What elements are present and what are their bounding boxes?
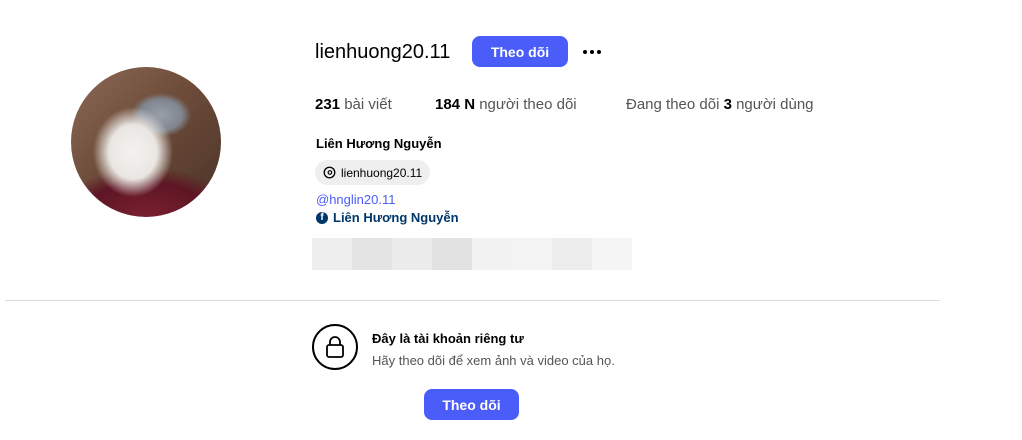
username: lienhuong20.11 xyxy=(315,41,451,63)
section-divider xyxy=(5,300,940,301)
posts-count-stat: 231 bài viết xyxy=(315,96,392,113)
posts-count: 231 xyxy=(315,96,341,113)
threads-handle: lienhuong20.11 xyxy=(341,165,423,180)
followers-stat[interactable]: 184 N người theo dõi xyxy=(435,96,577,113)
threads-icon xyxy=(323,166,336,179)
following-label: người dùng xyxy=(736,96,814,113)
more-options-icon[interactable] xyxy=(580,40,604,64)
blurred-content xyxy=(312,238,632,270)
following-count: 3 xyxy=(723,96,732,113)
avatar[interactable] xyxy=(71,67,221,217)
facebook-link[interactable]: f Liên Hương Nguyễn xyxy=(316,210,459,225)
following-prefix: Đang theo dõi xyxy=(626,96,720,113)
private-account-subtitle: Hãy theo dõi để xem ảnh và video của họ. xyxy=(372,353,615,368)
posts-label: bài viết xyxy=(344,96,392,113)
followers-label: người theo dõi xyxy=(479,96,577,113)
full-name: Liên Hương Nguyễn xyxy=(316,136,442,151)
follow-button[interactable]: Theo dõi xyxy=(472,36,568,67)
threads-badge[interactable]: lienhuong20.11 xyxy=(315,160,430,185)
following-stat[interactable]: Đang theo dõi 3 người dùng xyxy=(626,96,814,113)
mention-link[interactable]: @hnglin20.11 xyxy=(316,192,395,207)
facebook-name: Liên Hương Nguyễn xyxy=(333,210,459,225)
follow-button-bottom[interactable]: Theo dõi xyxy=(424,389,519,420)
lock-icon xyxy=(312,324,358,370)
facebook-icon: f xyxy=(316,211,328,224)
followers-count: 184 N xyxy=(435,96,476,113)
private-account-title: Đây là tài khoản riêng tư xyxy=(372,331,524,346)
